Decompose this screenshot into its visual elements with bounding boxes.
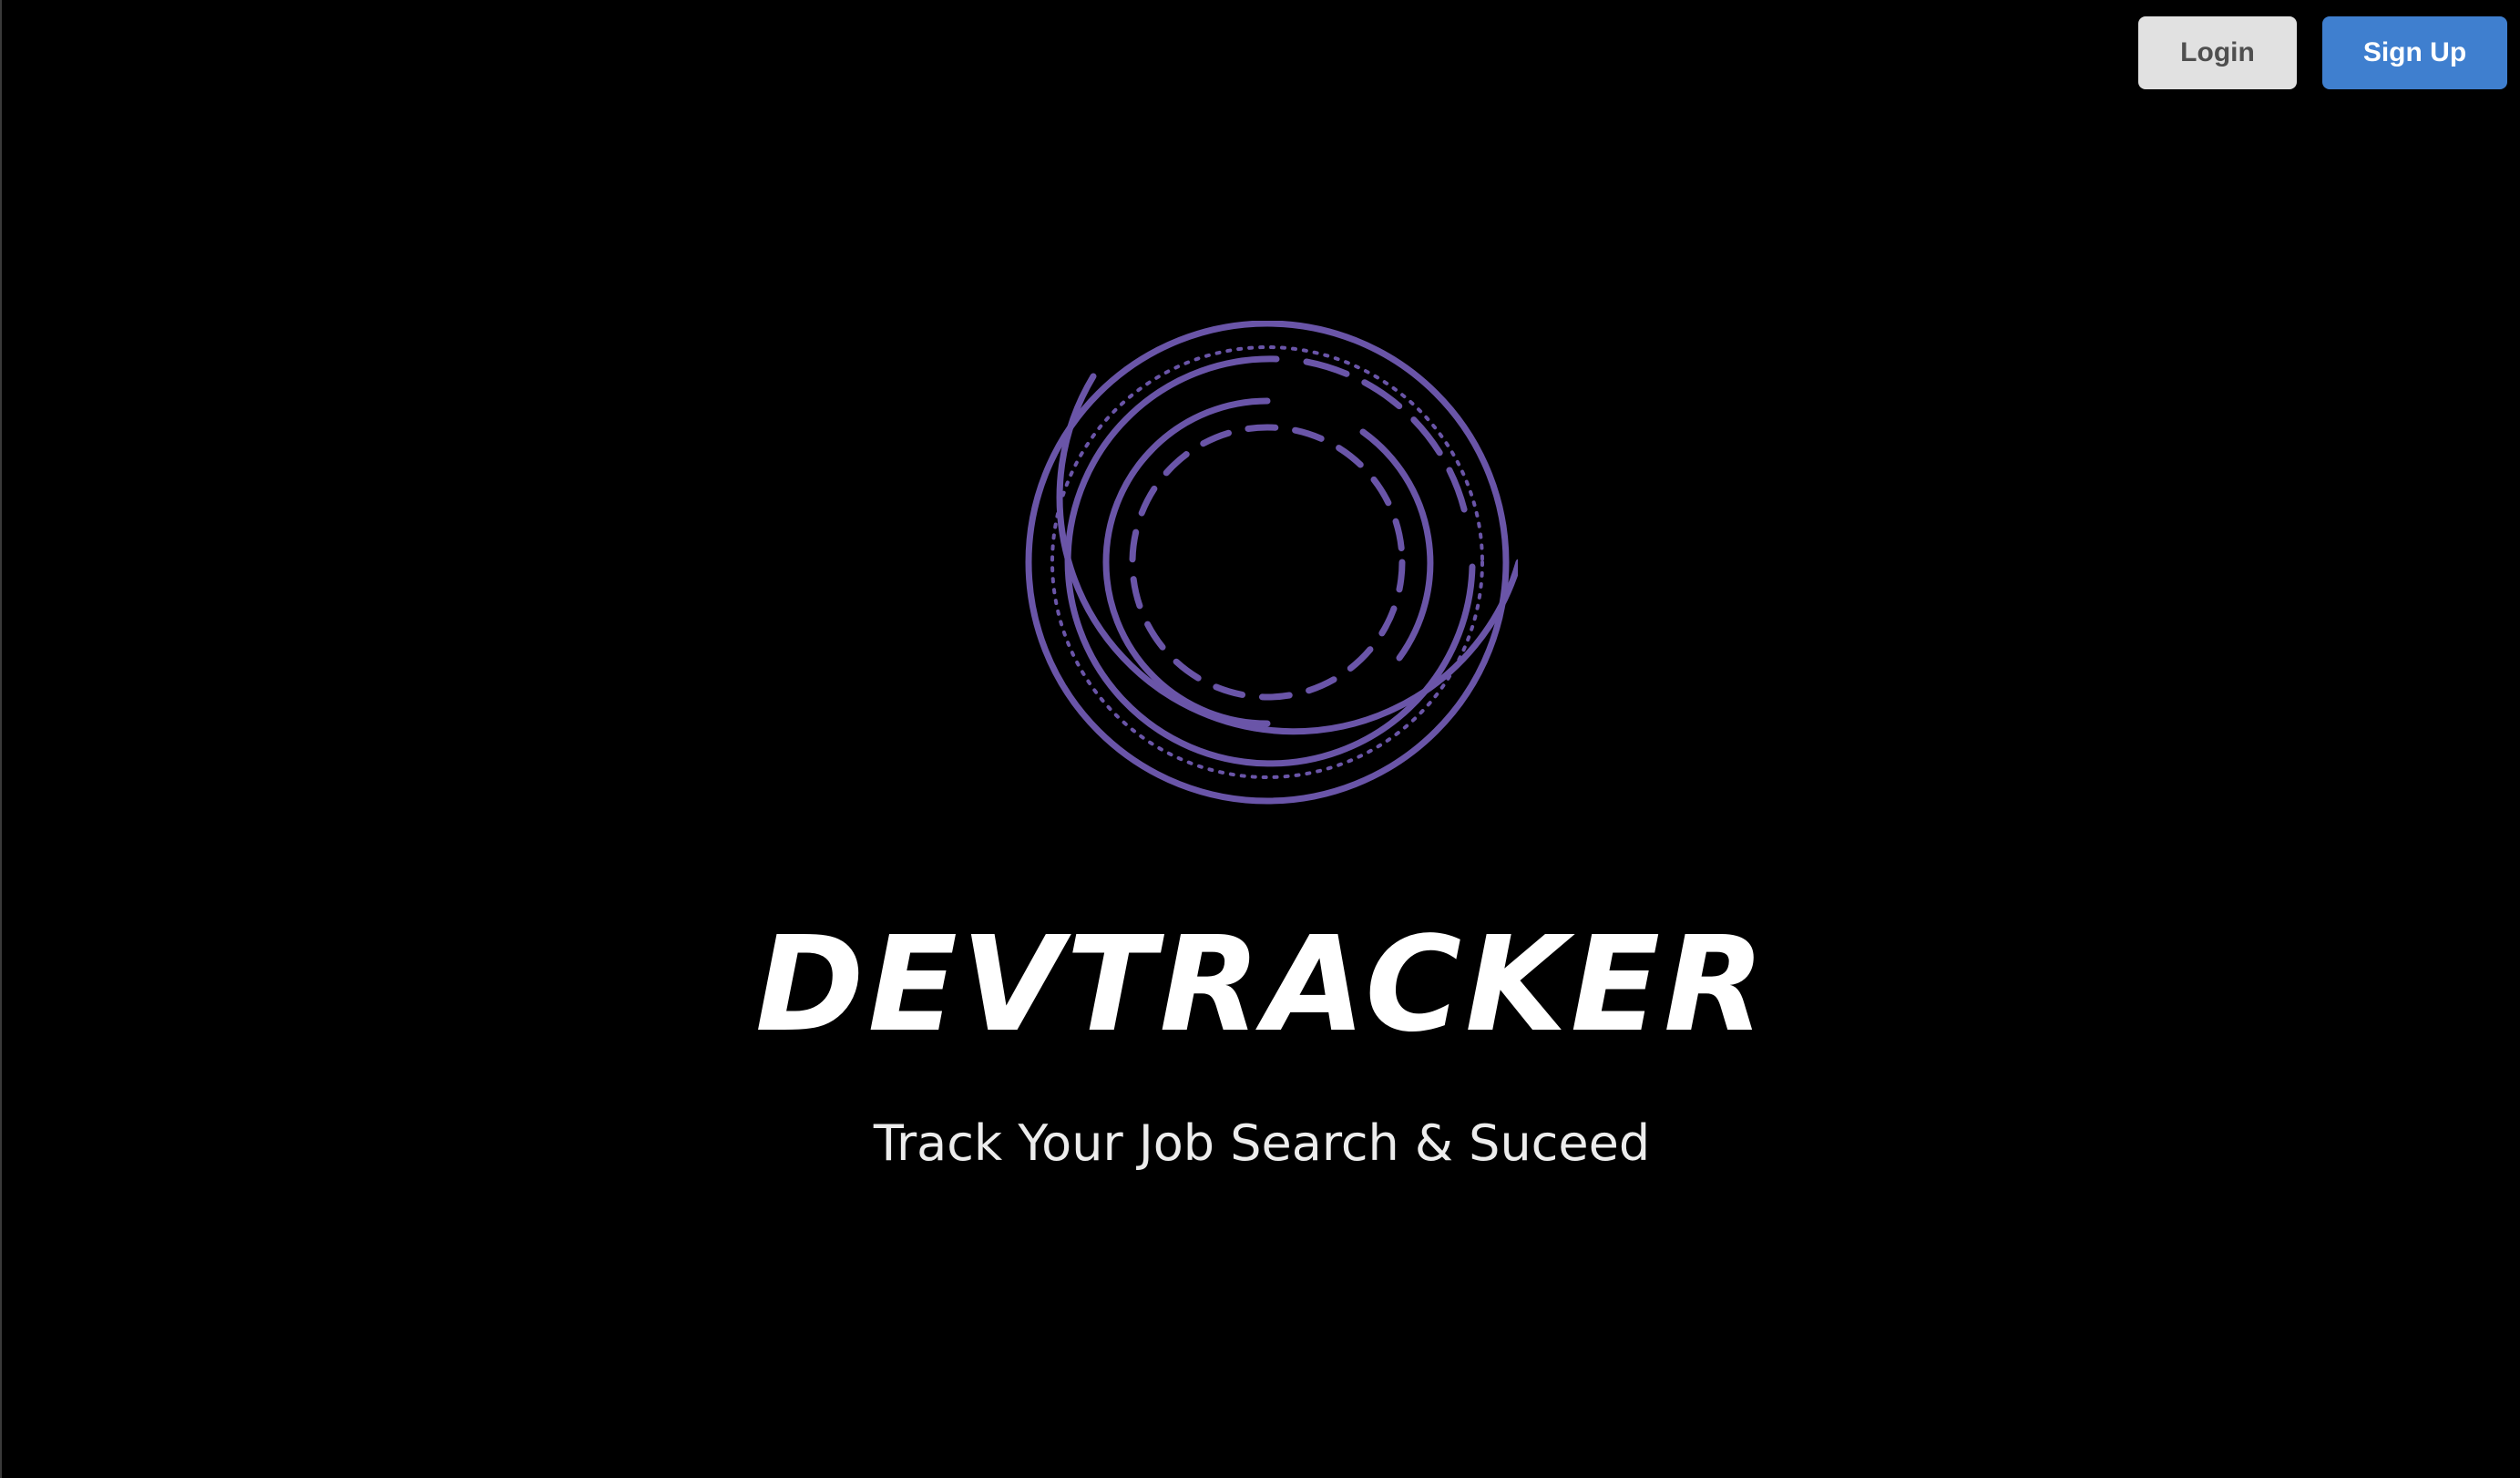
concentric-rings-logo-icon	[1025, 321, 1518, 805]
header-actions: Login Sign Up	[2138, 16, 2507, 89]
signup-button[interactable]: Sign Up	[2322, 16, 2507, 89]
brand-title: DEVTRACKER	[755, 908, 1768, 1061]
logo-ring-inner-right	[1359, 428, 1434, 662]
login-button[interactable]: Login	[2138, 16, 2297, 89]
logo-ring-innermost-dashed	[1129, 424, 1406, 701]
logo-ring-inner-solid	[1102, 397, 1271, 727]
logo-ring-dotted	[1050, 345, 1484, 779]
brand-tagline: Track Your Job Search & Suceed	[873, 1114, 1651, 1172]
